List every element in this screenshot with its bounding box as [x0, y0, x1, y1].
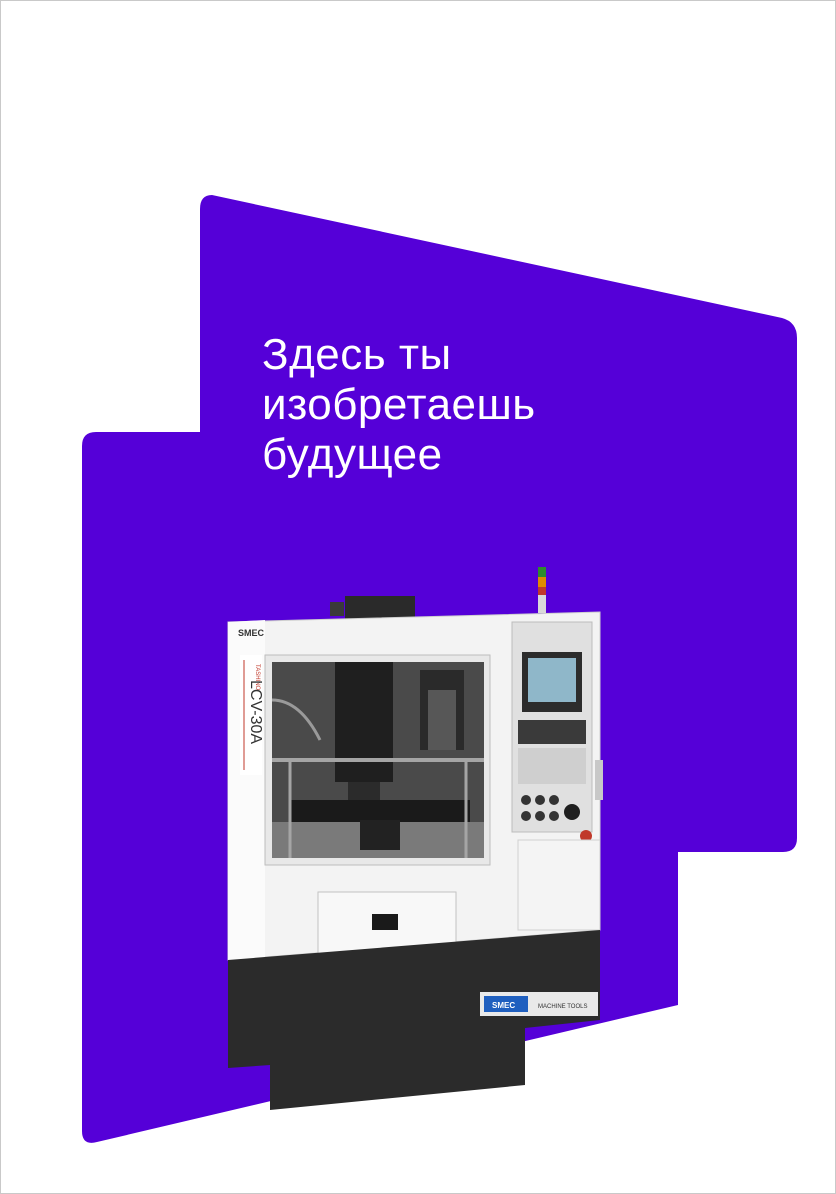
badge-right-text: MACHINE TOOLS: [538, 1004, 587, 1010]
headline: Здесь ты изобретаешь будущее: [262, 330, 536, 480]
control-keypad: [518, 720, 586, 784]
headline-line-3: будущее: [262, 430, 443, 479]
door-handle: [372, 914, 398, 930]
machine-base: [228, 930, 600, 1110]
badge-left-text: SMEC: [492, 1001, 515, 1010]
machine-top-cover: [345, 596, 415, 620]
headline-line-2: изобретаешь: [262, 380, 536, 429]
headline-line-1: Здесь ты: [262, 330, 452, 379]
poster-artwork: SMEC TASHINO LCV-30A SMEC MACHINE TOOLS: [82, 195, 797, 1143]
work-table: [290, 800, 470, 822]
spindle-column: [335, 662, 393, 782]
machine-model-label: LCV-30A: [247, 680, 264, 744]
machine-maker-label: SMEC: [238, 628, 265, 638]
